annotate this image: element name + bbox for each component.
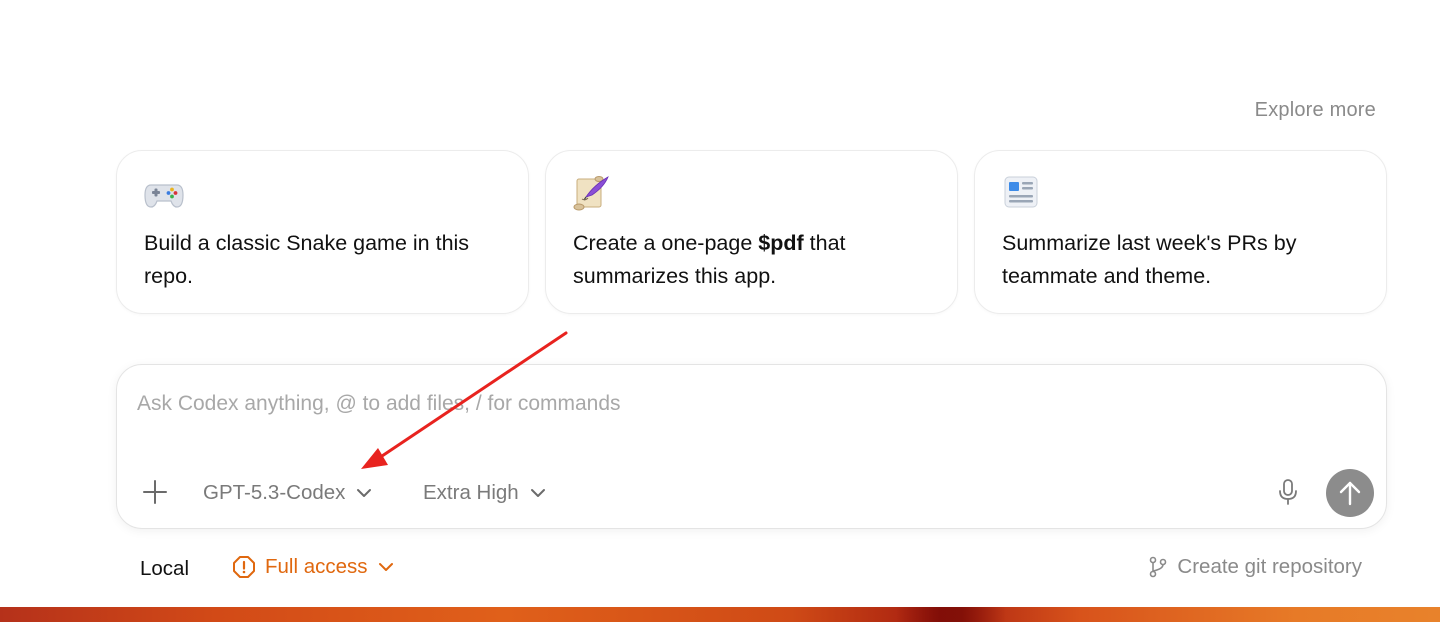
git-label: Create git repository [1177,555,1362,578]
wallpaper-streak [896,607,1006,622]
suggestion-card-snake[interactable]: Build a classic Snake game in this repo. [116,150,529,314]
access-label: Full access [265,555,368,578]
prompt-input[interactable] [137,389,1237,419]
codex-home: Explore more Build a classic Snake game … [0,0,1440,622]
chevron-down-icon [357,489,372,497]
create-git-repository-button[interactable]: Create git repository [1148,555,1362,579]
composer-footer: Local Full access Create git repository [0,553,1440,587]
model-selector[interactable]: GPT-5.3-Codex [203,479,373,507]
suggestion-card-pdf[interactable]: Create a one-page $pdf that summarizes t… [545,150,958,314]
reasoning-selector[interactable]: Extra High [423,479,547,507]
chevron-down-icon [378,563,393,571]
newspaper-icon [1004,176,1038,208]
model-label: GPT-5.3-Codex [203,481,346,504]
suggestion-text-part: Create a one-page [573,231,759,255]
game-controller-icon [144,184,184,208]
access-selector[interactable]: Full access [232,555,395,579]
reasoning-label: Extra High [423,481,519,504]
suggestion-text: Build a classic Snake game in this repo. [144,227,504,293]
skill-tag: $pdf [758,231,804,255]
send-button[interactable] [1326,469,1374,517]
shield-alert-icon [233,556,255,578]
chevron-down-icon [530,489,545,497]
desktop-wallpaper-strip [0,607,1440,622]
suggestion-cards: Build a classic Snake game in this repo.… [116,150,1387,314]
suggestion-text-part: Summarize last week's PRs by teammate an… [1002,231,1297,288]
suggestion-text-part: Build a classic Snake game in this repo. [144,231,470,288]
add-attachment-icon[interactable] [141,478,169,506]
git-branch-icon [1150,556,1167,578]
scroll-quill-icon [573,176,609,211]
location-selector[interactable]: Local [140,557,189,581]
suggestion-text: Summarize last week's PRs by teammate an… [1002,227,1362,293]
arrow-up-icon [1339,481,1361,506]
suggestion-card-prs[interactable]: Summarize last week's PRs by teammate an… [974,150,1387,314]
microphone-icon[interactable] [1277,477,1299,507]
suggestion-text: Create a one-page $pdf that summarizes t… [573,227,933,293]
explore-more-link[interactable]: Explore more [1255,99,1376,122]
composer: GPT-5.3-Codex Extra High [116,364,1387,529]
